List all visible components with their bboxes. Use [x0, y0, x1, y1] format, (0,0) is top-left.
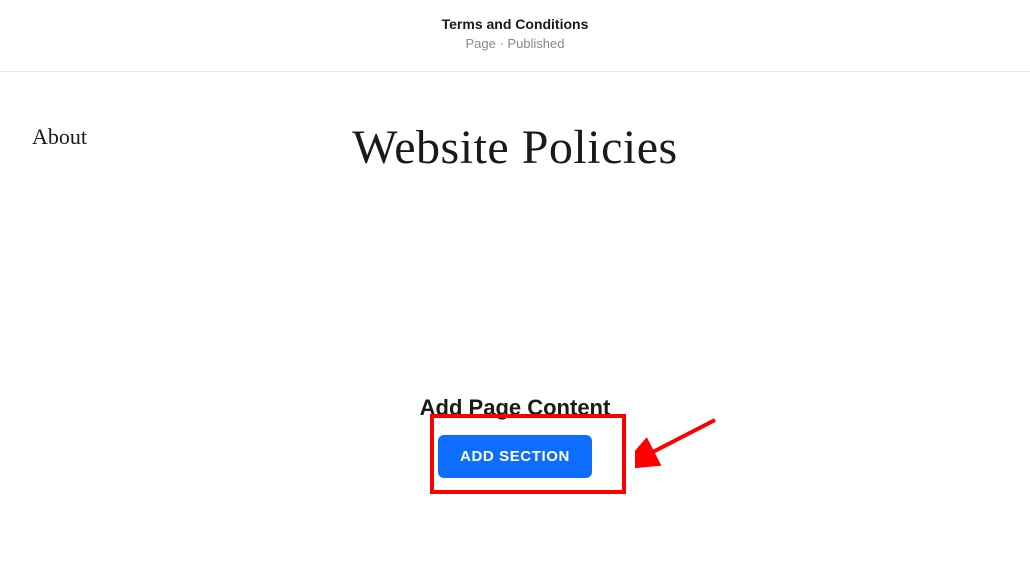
content-area: About Website Policies [0, 72, 1030, 175]
header-subtitle: Page · Published [0, 36, 1030, 51]
sidebar-nav-about[interactable]: About [32, 124, 87, 150]
header-title: Terms and Conditions [0, 16, 1030, 32]
add-content-block: Add Page Content ADD SECTION [0, 395, 1030, 478]
add-section-button[interactable]: ADD SECTION [438, 435, 592, 478]
page-title: Website Policies [0, 120, 1030, 175]
header-bar: Terms and Conditions Page · Published [0, 0, 1030, 72]
add-content-label: Add Page Content [0, 395, 1030, 421]
